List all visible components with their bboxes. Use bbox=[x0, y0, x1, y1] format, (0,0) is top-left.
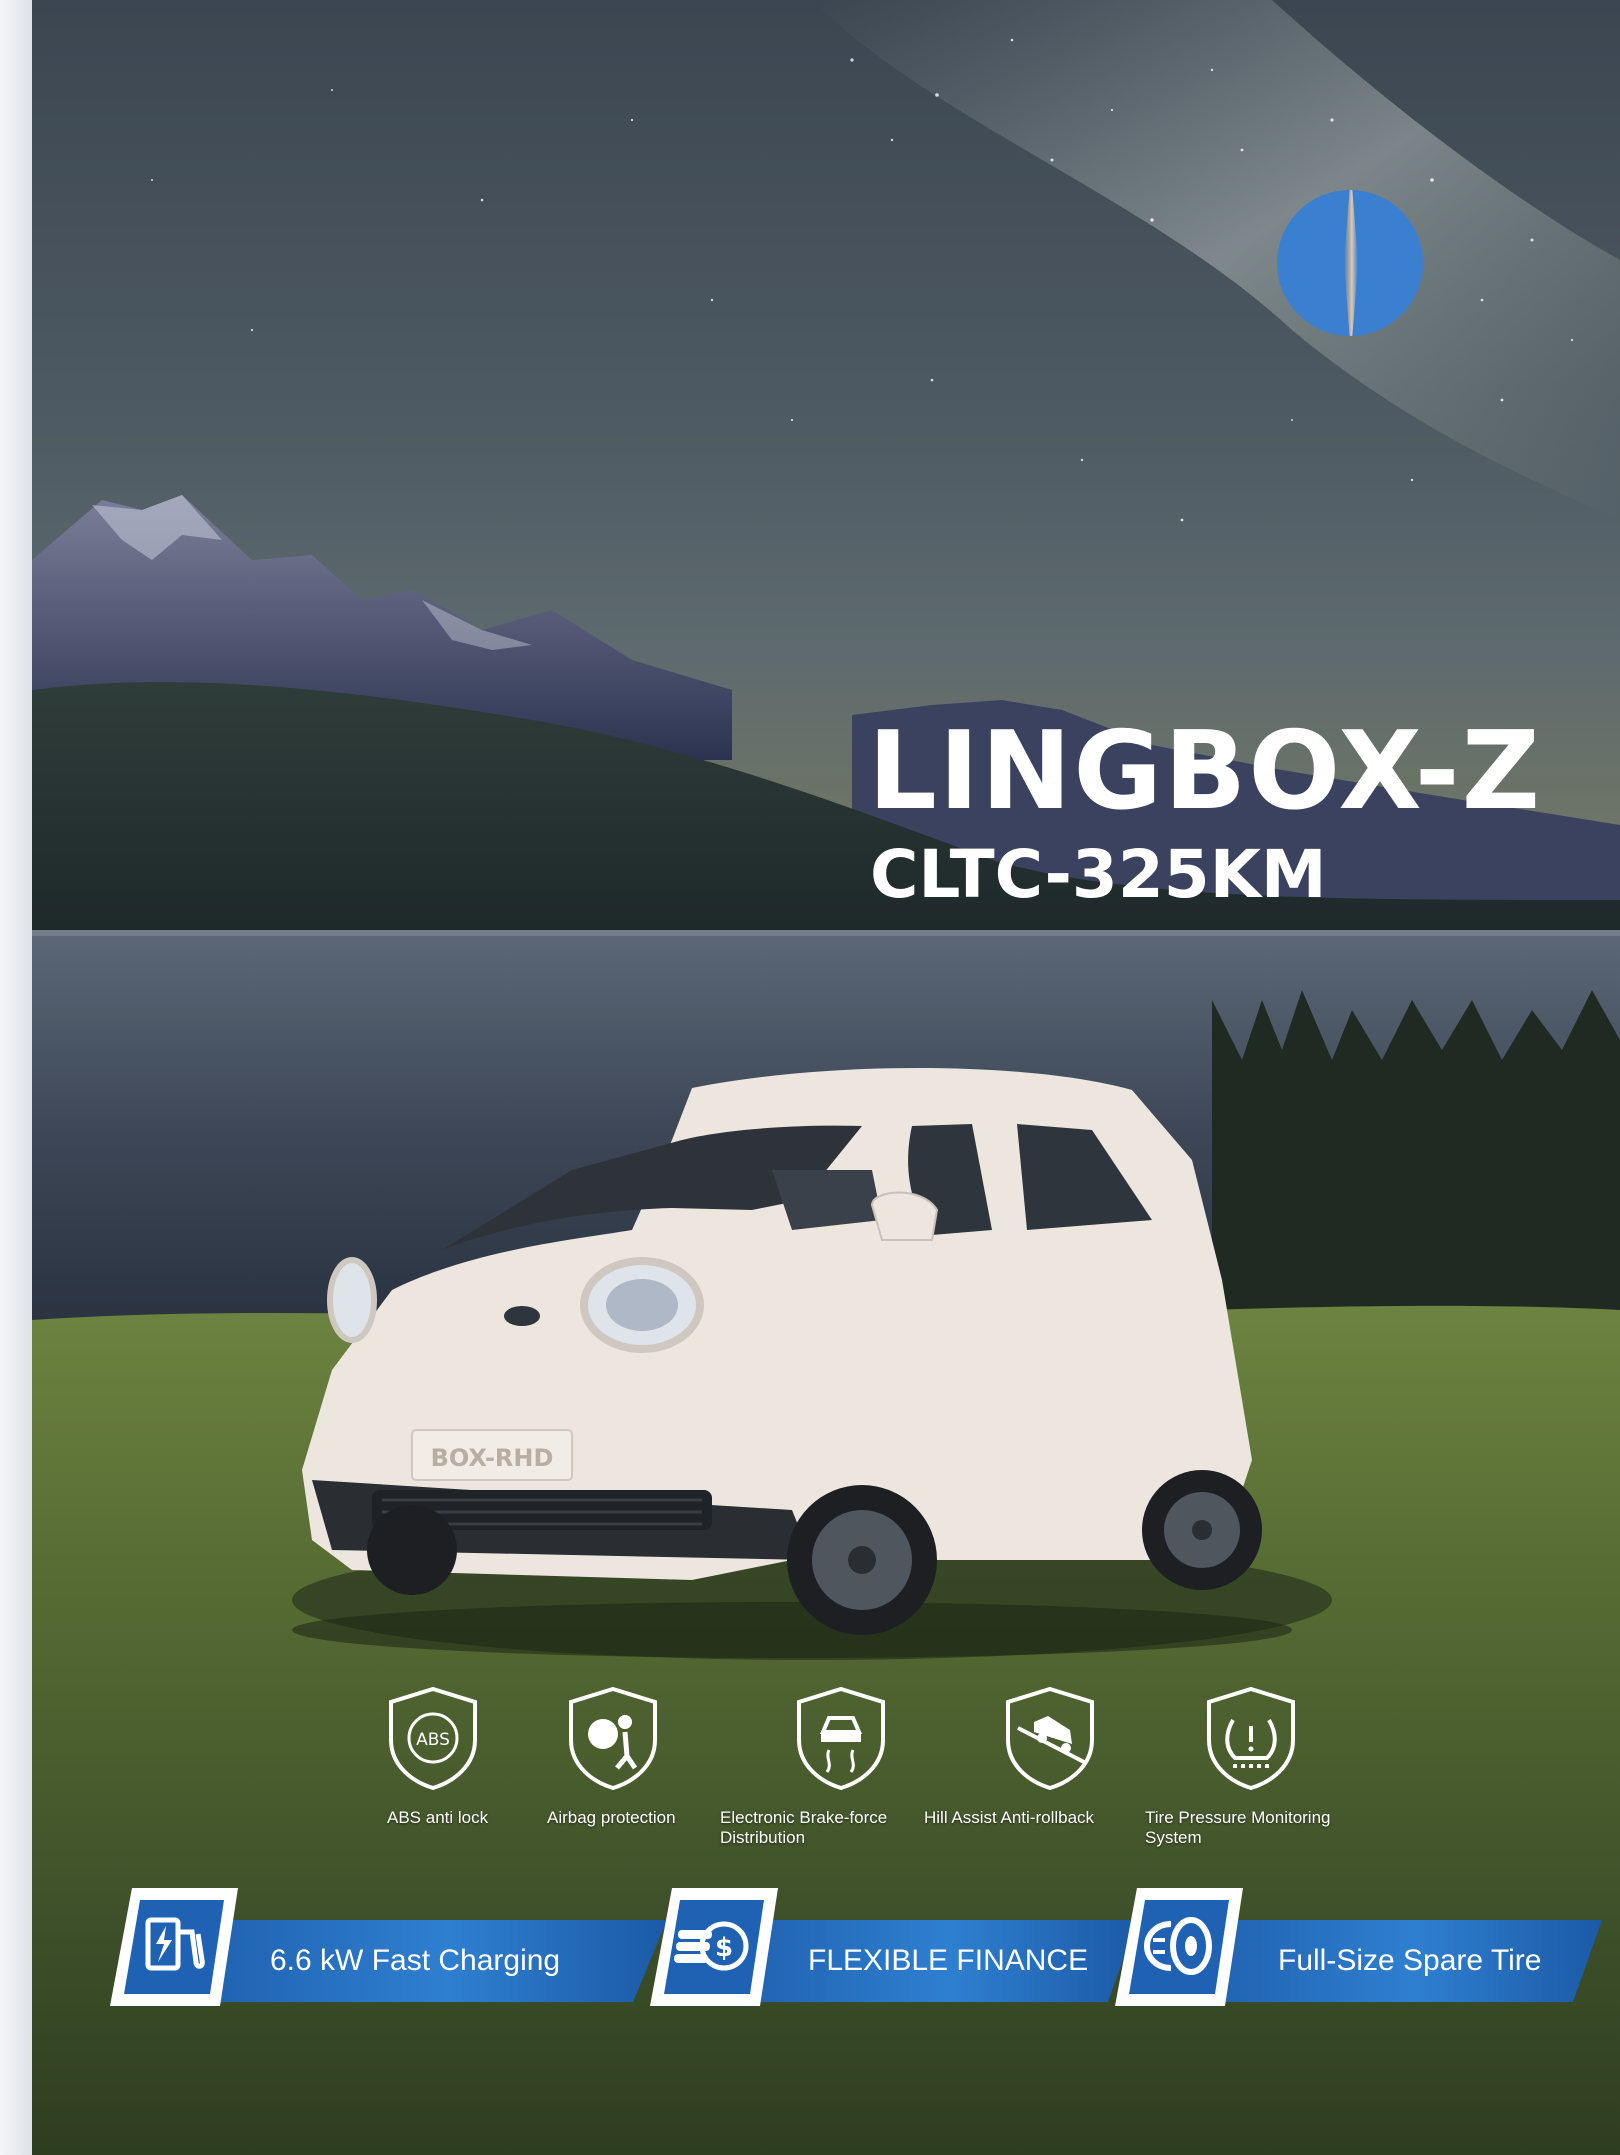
abs-shield-icon: ABS bbox=[389, 1686, 477, 1790]
starfield bbox=[151, 38, 1574, 522]
poster: LINGBOX-Z CLTC-325KM BOX-RHD ABS ABS ant… bbox=[32, 0, 1620, 2155]
feature-ebd: Electronic Brake-force Distribution bbox=[720, 1686, 920, 1856]
tire-pressure-shield-icon bbox=[1207, 1686, 1295, 1790]
badge-spare-tire: Full-Size Spare Tire bbox=[1107, 1882, 1602, 2017]
feature-label: Electronic Brake-force Distribution bbox=[720, 1808, 888, 1847]
badge-band: Full-Size Spare Tire bbox=[1187, 1920, 1602, 2002]
spare-tire-icon bbox=[1107, 1882, 1249, 2012]
badge-flexible-finance: FLEXIBLE FINANCE $ bbox=[642, 1882, 1137, 2017]
model-title: LINGBOX-Z bbox=[868, 709, 1542, 834]
badge-band: FLEXIBLE FINANCE bbox=[722, 1920, 1137, 2002]
moon-logo bbox=[1277, 190, 1423, 336]
badge-fast-charging: 6.6 kW Fast Charging bbox=[102, 1882, 667, 2017]
feature-airbag: Airbag protection bbox=[547, 1686, 747, 1856]
safety-features: ABS ABS anti lock Airbag protection Elec… bbox=[32, 1686, 1620, 1856]
page-edge bbox=[0, 0, 32, 2155]
feature-label: Airbag protection bbox=[547, 1808, 676, 1827]
feature-hill-assist: Hill Assist Anti-rollback bbox=[924, 1686, 1124, 1856]
hill-assist-shield-icon bbox=[1006, 1686, 1094, 1790]
airbag-shield-icon bbox=[569, 1686, 657, 1790]
plate-text: BOX-RHD bbox=[431, 1444, 554, 1472]
feature-tpms: Tire Pressure Monitoring System bbox=[1145, 1686, 1345, 1856]
badge-band: 6.6 kW Fast Charging bbox=[182, 1920, 667, 2002]
svg-text:$: $ bbox=[715, 1933, 733, 1963]
feature-label: Hill Assist Anti-rollback bbox=[924, 1808, 1095, 1827]
svg-text:ABS: ABS bbox=[416, 1730, 450, 1750]
charging-icon bbox=[102, 1882, 244, 2012]
range-subtitle: CLTC-325KM bbox=[870, 836, 1327, 913]
feature-label: Tire Pressure Monitoring System bbox=[1145, 1808, 1331, 1847]
car-illustration: BOX-RHD bbox=[292, 1067, 1292, 1658]
finance-coins-icon: $ bbox=[642, 1882, 784, 2012]
brake-shield-icon bbox=[797, 1686, 885, 1790]
